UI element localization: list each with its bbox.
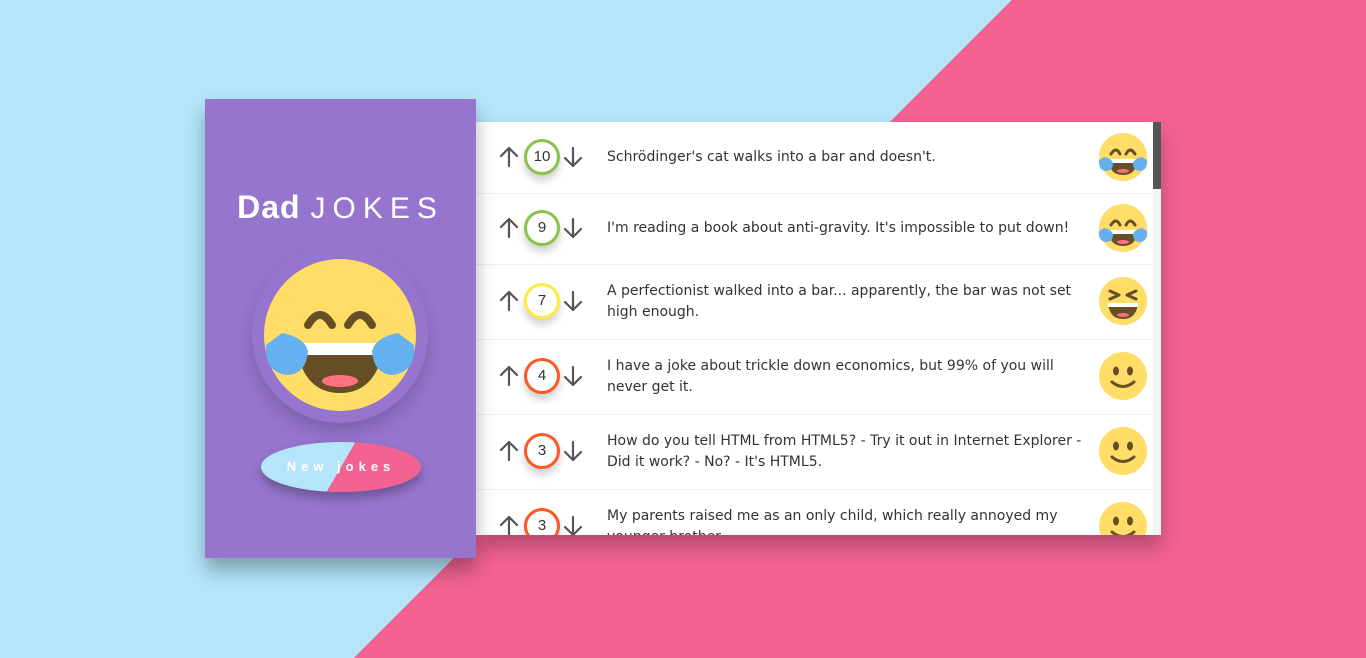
downvote-arrow-icon[interactable] (562, 364, 584, 388)
joke-score: 4 (524, 358, 560, 394)
joke-text: I'm reading a book about anti-gravity. I… (607, 220, 1070, 236)
hero-laugh-tears-icon (252, 247, 428, 423)
downvote-arrow-icon[interactable] (562, 216, 584, 240)
vote-controls: 3 (498, 431, 586, 471)
joke-row: 10 Schrödinger's cat walks into a bar and… (476, 122, 1153, 194)
joke-text: Schrödinger's cat walks into a bar and d… (607, 149, 936, 165)
vote-controls: 3 (498, 506, 586, 535)
joke-row: 9 I'm reading a book about anti-gravity. … (476, 193, 1153, 265)
app-title: Dad JOKES (205, 187, 476, 227)
upvote-arrow-icon[interactable] (498, 216, 520, 240)
joke-score: 3 (524, 433, 560, 469)
joke-text: I have a joke about trickle down economi… (607, 358, 1054, 395)
app-title-light: JOKES (310, 192, 444, 225)
scrollbar-thumb[interactable] (1153, 122, 1161, 189)
laugh-tears-icon (1096, 201, 1150, 255)
upvote-arrow-icon[interactable] (498, 514, 520, 535)
smile-icon (1096, 349, 1150, 403)
vote-controls: 10 (498, 137, 586, 177)
upvote-arrow-icon[interactable] (498, 145, 520, 169)
laughing-icon (1096, 274, 1150, 328)
joke-text: My parents raised me as an only child, w… (607, 508, 1058, 535)
downvote-arrow-icon[interactable] (562, 514, 584, 535)
vote-controls: 9 (498, 208, 586, 248)
jokes-scrollbar[interactable] (1153, 122, 1161, 535)
joke-row: 3 How do you tell HTML from HTML5? - Try … (476, 414, 1153, 490)
joke-row: 3 My parents raised me as an only child, … (476, 489, 1153, 535)
joke-score: 9 (524, 210, 560, 246)
joke-score: 10 (524, 139, 560, 175)
laugh-tears-icon (1096, 130, 1150, 184)
joke-row: 7 A perfectionist walked into a bar... ap… (476, 264, 1153, 340)
vote-controls: 4 (498, 356, 586, 396)
joke-text: How do you tell HTML from HTML5? - Try i… (607, 433, 1082, 470)
upvote-arrow-icon[interactable] (498, 364, 520, 388)
joke-score: 3 (524, 508, 560, 535)
downvote-arrow-icon[interactable] (562, 439, 584, 463)
downvote-arrow-icon[interactable] (562, 289, 584, 313)
new-jokes-button[interactable]: New jokes (261, 442, 421, 492)
joke-text: A perfectionist walked into a bar... app… (607, 283, 1072, 320)
upvote-arrow-icon[interactable] (498, 439, 520, 463)
smile-icon (1096, 499, 1150, 535)
joke-score: 7 (524, 283, 560, 319)
jokes-list[interactable]: 10 Schrödinger's cat walks into a bar and… (476, 122, 1161, 535)
smile-icon (1096, 424, 1150, 478)
sidebar: Dad JOKES New jokes (205, 99, 476, 558)
upvote-arrow-icon[interactable] (498, 289, 520, 313)
joke-row: 4 I have a joke about trickle down econom… (476, 339, 1153, 415)
app-title-bold: Dad (237, 189, 301, 225)
downvote-arrow-icon[interactable] (562, 145, 584, 169)
vote-controls: 7 (498, 281, 586, 321)
